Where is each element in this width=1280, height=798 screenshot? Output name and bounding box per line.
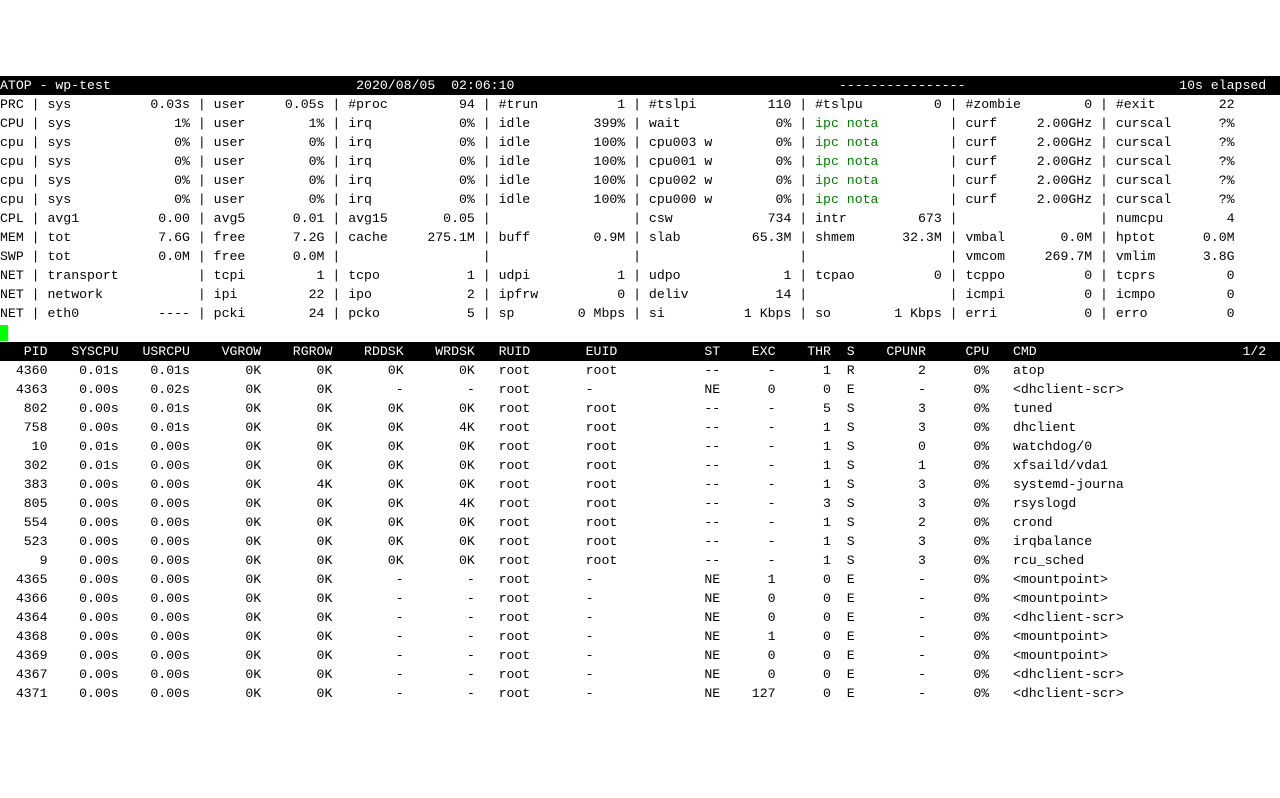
sys-row-SWP: SWP | tot 0.0M | free 0.0M | | | | | vmc… bbox=[0, 247, 1280, 266]
sys-row-NET: NET | eth0 ---- | pcki 24 | pcko 5 | sp … bbox=[0, 304, 1280, 323]
sys-row-cpu: cpu | sys 0% | user 0% | irq 0% | idle 1… bbox=[0, 152, 1280, 171]
proc-row: 10 0.01s 0.00s 0K 0K 0K 0K root root -- … bbox=[0, 437, 1280, 456]
sys-row-CPL: CPL | avg1 0.00 | avg5 0.01 | avg15 0.05… bbox=[0, 209, 1280, 228]
proc-row: 4366 0.00s 0.00s 0K 0K - - root - NE 0 0… bbox=[0, 589, 1280, 608]
proc-row: 805 0.00s 0.00s 0K 0K 0K 4K root root --… bbox=[0, 494, 1280, 513]
sys-row-cpu: cpu | sys 0% | user 0% | irq 0% | idle 1… bbox=[0, 171, 1280, 190]
sys-row-PRC: PRC | sys 0.03s | user 0.05s | #proc 94 … bbox=[0, 95, 1280, 114]
sys-row-MEM: MEM | tot 7.6G | free 7.2G | cache 275.1… bbox=[0, 228, 1280, 247]
proc-row: 4363 0.00s 0.02s 0K 0K - - root - NE 0 0… bbox=[0, 380, 1280, 399]
proc-row: 4365 0.00s 0.00s 0K 0K - - root - NE 1 0… bbox=[0, 570, 1280, 589]
cursor-line bbox=[0, 323, 1280, 342]
proc-row: 802 0.00s 0.01s 0K 0K 0K 0K root root --… bbox=[0, 399, 1280, 418]
proc-row: 9 0.00s 0.00s 0K 0K 0K 0K root root -- -… bbox=[0, 551, 1280, 570]
sys-row-cpu: cpu | sys 0% | user 0% | irq 0% | idle 1… bbox=[0, 133, 1280, 152]
atop-terminal: ATOP - wp-test 2020/08/05 02:06:10 -----… bbox=[0, 76, 1280, 703]
sys-row-NET: NET | network | ipi 22 | ipo 2 | ipfrw 0… bbox=[0, 285, 1280, 304]
proc-row: 4360 0.01s 0.01s 0K 0K 0K 0K root root -… bbox=[0, 361, 1280, 380]
proc-row: 4367 0.00s 0.00s 0K 0K - - root - NE 0 0… bbox=[0, 665, 1280, 684]
sys-row-CPU: CPU | sys 1% | user 1% | irq 0% | idle 3… bbox=[0, 114, 1280, 133]
proc-row: 4369 0.00s 0.00s 0K 0K - - root - NE 0 0… bbox=[0, 646, 1280, 665]
proc-row: 4364 0.00s 0.00s 0K 0K - - root - NE 0 0… bbox=[0, 608, 1280, 627]
sys-row-NET: NET | transport | tcpi 1 | tcpo 1 | udpi… bbox=[0, 266, 1280, 285]
proc-row: 554 0.00s 0.00s 0K 0K 0K 0K root root --… bbox=[0, 513, 1280, 532]
header-bar: ATOP - wp-test 2020/08/05 02:06:10 -----… bbox=[0, 76, 1280, 95]
proc-row: 4368 0.00s 0.00s 0K 0K - - root - NE 1 0… bbox=[0, 627, 1280, 646]
sys-row-cpu: cpu | sys 0% | user 0% | irq 0% | idle 1… bbox=[0, 190, 1280, 209]
proc-row: 383 0.00s 0.00s 0K 4K 0K 0K root root --… bbox=[0, 475, 1280, 494]
proc-row: 523 0.00s 0.00s 0K 0K 0K 0K root root --… bbox=[0, 532, 1280, 551]
proc-header: PID SYSCPU USRCPU VGROW RGROW RDDSK WRDS… bbox=[0, 342, 1280, 361]
proc-row: 4371 0.00s 0.00s 0K 0K - - root - NE 127… bbox=[0, 684, 1280, 703]
proc-row: 758 0.00s 0.01s 0K 0K 0K 4K root root --… bbox=[0, 418, 1280, 437]
cursor bbox=[0, 325, 8, 341]
proc-row: 302 0.01s 0.00s 0K 0K 0K 0K root root --… bbox=[0, 456, 1280, 475]
